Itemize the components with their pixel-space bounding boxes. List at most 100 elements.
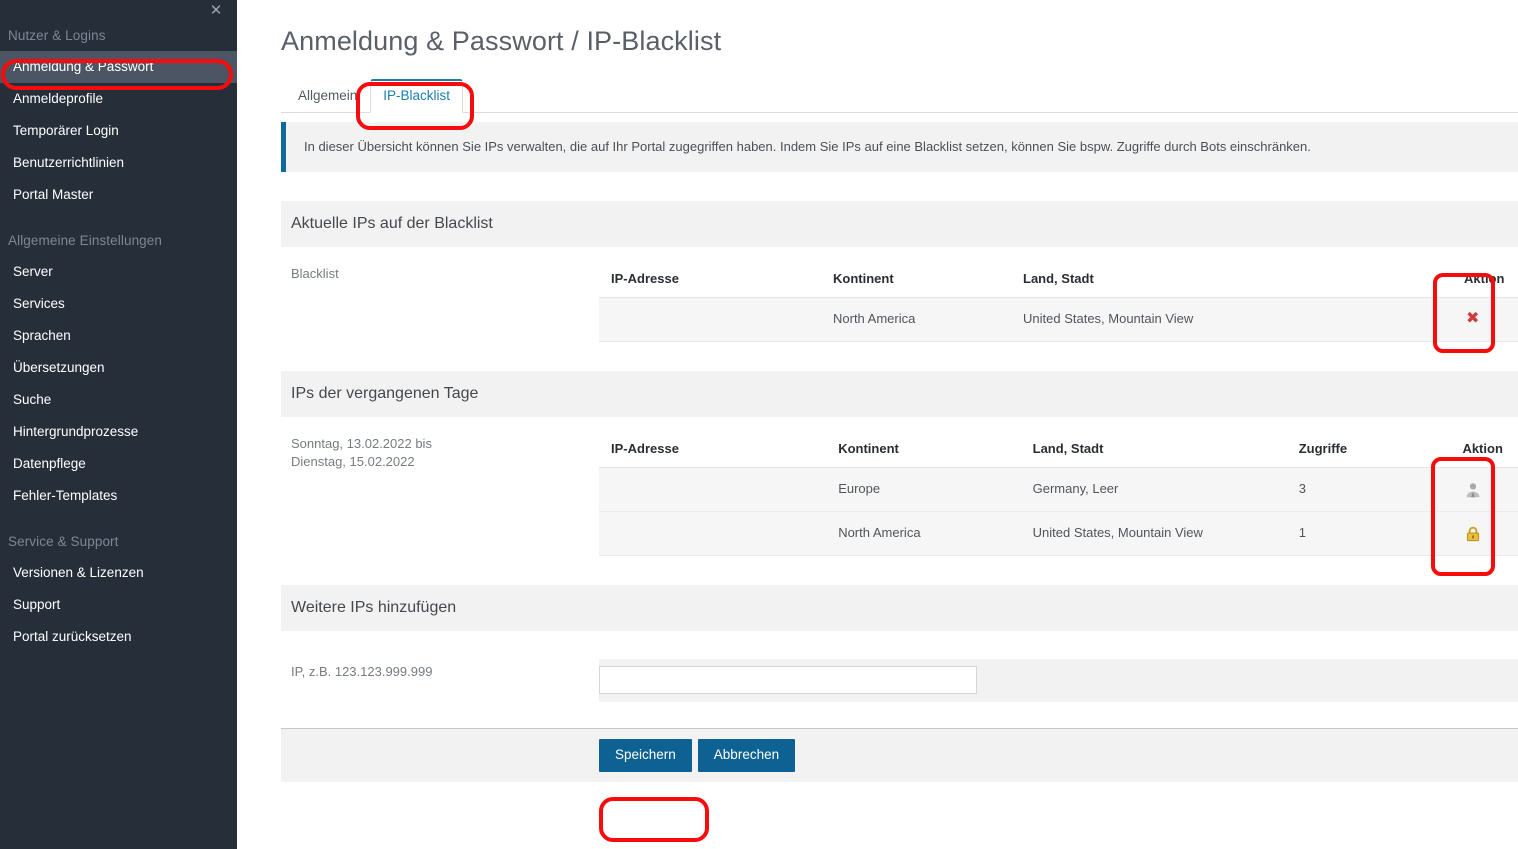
cell-aktion: [1450, 467, 1518, 512]
form-row-blacklist: Blacklist IP-Adresse Kontinent Land, Sta…: [281, 247, 1518, 342]
cell-land-stadt: Germany, Leer: [1020, 467, 1287, 512]
cell-ip-adresse: [599, 511, 827, 556]
sidebar-item-versionen-lizenzen[interactable]: Versionen & Lizenzen: [0, 557, 237, 589]
sidebar-item-label: Versionen & Lizenzen: [13, 565, 144, 580]
sidebar-item-uebersetzungen[interactable]: Übersetzungen: [0, 352, 237, 384]
ip-input[interactable]: [599, 666, 977, 694]
column-header-aktion: Aktion: [1450, 431, 1518, 468]
app-window: ✕ Nutzer & Logins Anmeldung & Passwort A…: [0, 0, 1518, 849]
table-recent-ips: IP-Adresse Kontinent Land, Stadt Zugriff…: [599, 431, 1518, 556]
delete-x-icon[interactable]: ✖: [1466, 309, 1479, 327]
table-header-row: IP-Adresse Kontinent Land, Stadt Zugriff…: [599, 431, 1518, 468]
sidebar-item-suche[interactable]: Suche: [0, 384, 237, 416]
sidebar-item-label: Server: [13, 264, 53, 279]
sidebar-item-label: Support: [13, 597, 61, 612]
sidebar-topbar: ✕: [0, 0, 237, 22]
cell-kontinent: North America: [826, 511, 1021, 556]
sidebar-item-label: Suche: [13, 392, 52, 407]
sidebar-item-label: Benutzerrichtlinien: [13, 155, 125, 170]
form-row-field-blacklist-table: IP-Adresse Kontinent Land, Stadt Aktion …: [599, 261, 1518, 342]
tab-allgemein[interactable]: Allgemein: [285, 80, 370, 113]
sidebar-item-portal-zuruecksetzen[interactable]: Portal zurücksetzen: [0, 621, 237, 653]
date-range-line-2: Dienstag, 15.02.2022: [291, 454, 415, 469]
sidebar-item-benutzerrichtlinien[interactable]: Benutzerrichtlinien: [0, 147, 237, 179]
tab-label: IP-Blacklist: [383, 88, 451, 103]
sidebar-item-anmeldeprofile[interactable]: Anmeldeprofile: [0, 83, 237, 115]
cell-ip-adresse: [599, 467, 827, 512]
tab-label: Allgemein: [298, 88, 358, 103]
tab-ip-blacklist[interactable]: IP-Blacklist: [370, 79, 464, 113]
sidebar-item-temporaerer-login[interactable]: Temporärer Login: [0, 115, 237, 147]
cell-zugriffe: 3: [1286, 467, 1451, 512]
section-heading-current-blacklist: Aktuelle IPs auf der Blacklist: [281, 201, 1518, 247]
sidebar-group-title-service-support: Service & Support: [8, 534, 119, 549]
cell-land-stadt: United States, Mountain View: [1020, 511, 1287, 556]
sidebar-item-fehler-templates[interactable]: Fehler-Templates: [0, 480, 237, 512]
info-banner-text: In dieser Übersicht können Sie IPs verwa…: [304, 139, 1311, 154]
column-header-zugriffe: Zugriffe: [1286, 431, 1451, 468]
sidebar-item-label: Anmeldung & Passwort: [13, 59, 154, 74]
section-heading-recent-ips: IPs der vergangenen Tage: [281, 371, 1518, 417]
sidebar-group-title-allgemeine-einstellungen: Allgemeine Einstellungen: [8, 233, 162, 248]
table-row: North America United States, Mountain Vi…: [599, 511, 1518, 556]
cell-kontinent: Europe: [826, 467, 1021, 512]
section-heading-add-ips: Weitere IPs hinzufügen: [281, 585, 1518, 631]
cell-land-stadt: United States, Mountain View: [1011, 297, 1452, 342]
column-header-land-stadt: Land, Stadt: [1020, 431, 1287, 468]
form-row-recent-ips: Sonntag, 13.02.2022 bis Dienstag, 15.02.…: [281, 417, 1518, 556]
sidebar-item-label: Übersetzungen: [13, 360, 105, 375]
column-header-land-stadt: Land, Stadt: [1011, 261, 1452, 298]
form-row-add-ip: IP, z.B. 123.123.999.999: [281, 631, 1518, 702]
cell-ip-adresse: [599, 297, 821, 342]
sidebar-item-services[interactable]: Services: [0, 288, 237, 320]
sidebar: ✕ Nutzer & Logins Anmeldung & Passwort A…: [0, 0, 237, 849]
sidebar-item-label: Portal Master: [13, 187, 94, 202]
cancel-button[interactable]: Abbrechen: [697, 739, 796, 772]
column-header-ip-adresse: IP-Adresse: [599, 431, 827, 468]
sidebar-item-server[interactable]: Server: [0, 256, 237, 288]
page-title: Anmeldung & Passwort / IP-Blacklist: [281, 26, 722, 56]
table-current-blacklist: IP-Adresse Kontinent Land, Stadt Aktion …: [599, 261, 1518, 342]
column-header-kontinent: Kontinent: [826, 431, 1021, 468]
sidebar-item-label: Fehler-Templates: [13, 488, 118, 503]
annotation-ring-save-button: [599, 797, 709, 842]
sidebar-item-label: Hintergrundprozesse: [13, 424, 139, 439]
form-row-field-recent-table: IP-Adresse Kontinent Land, Stadt Zugriff…: [599, 431, 1518, 556]
sidebar-item-anmeldung-passwort[interactable]: Anmeldung & Passwort: [0, 51, 237, 83]
form-row-label-add-ip: IP, z.B. 123.123.999.999: [291, 664, 433, 679]
sidebar-item-label: Portal zurücksetzen: [13, 629, 132, 644]
sidebar-item-datenpflege[interactable]: Datenpflege: [0, 448, 237, 480]
sidebar-item-support[interactable]: Support: [0, 589, 237, 621]
column-header-aktion: Aktion: [1452, 261, 1518, 298]
main-content: Anmeldung & Passwort / IP-Blacklist Allg…: [237, 0, 1518, 849]
close-icon[interactable]: ✕: [207, 1, 225, 19]
table-header-row: IP-Adresse Kontinent Land, Stadt Aktion: [599, 261, 1518, 298]
cell-zugriffe: 1: [1286, 511, 1451, 556]
tab-bar: Allgemein IP-Blacklist: [281, 79, 1518, 113]
sidebar-item-portal-master[interactable]: Portal Master: [0, 179, 237, 211]
table-row: North America United States, Mountain Vi…: [599, 297, 1518, 342]
lock-icon[interactable]: [1464, 525, 1482, 543]
form-row-label-blacklist: Blacklist: [291, 266, 339, 281]
user-icon[interactable]: [1464, 481, 1482, 499]
cell-kontinent: North America: [821, 297, 1011, 342]
cell-aktion: [1450, 511, 1518, 556]
date-range-line-1: Sonntag, 13.02.2022 bis: [291, 436, 432, 451]
footer-action-bar: Speichern Abbrechen: [281, 729, 1518, 782]
sidebar-item-label: Sprachen: [13, 328, 71, 343]
sidebar-item-label: Services: [13, 296, 65, 311]
column-header-ip-adresse: IP-Adresse: [599, 261, 821, 298]
form-row-label-date-range: Sonntag, 13.02.2022 bis Dienstag, 15.02.…: [281, 431, 599, 471]
sidebar-item-hintergrundprozesse[interactable]: Hintergrundprozesse: [0, 416, 237, 448]
column-header-kontinent: Kontinent: [821, 261, 1011, 298]
form-row-field-add-ip: [599, 659, 1518, 702]
cell-aktion: ✖: [1452, 297, 1518, 342]
sidebar-item-sprachen[interactable]: Sprachen: [0, 320, 237, 352]
save-button[interactable]: Speichern: [599, 739, 692, 772]
sidebar-group-title-nutzer-logins: Nutzer & Logins: [8, 28, 106, 43]
info-banner: In dieser Übersicht können Sie IPs verwa…: [281, 122, 1518, 172]
sidebar-item-label: Temporärer Login: [13, 123, 119, 138]
sidebar-item-label: Anmeldeprofile: [13, 91, 104, 106]
sidebar-item-label: Datenpflege: [13, 456, 86, 471]
table-row: Europe Germany, Leer 3: [599, 467, 1518, 512]
